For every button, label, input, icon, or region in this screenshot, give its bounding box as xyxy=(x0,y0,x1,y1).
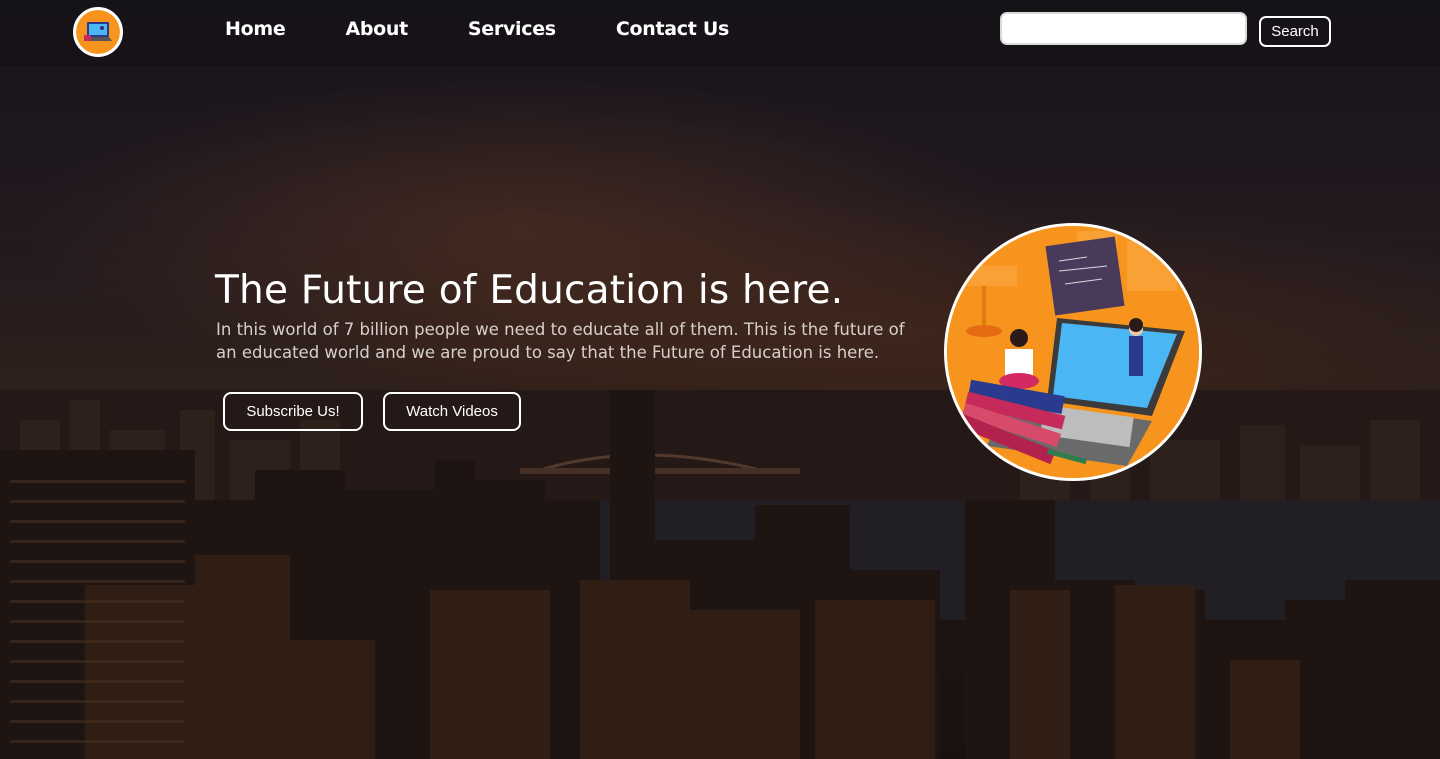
hero-title: The Future of Education is here. xyxy=(215,268,844,313)
background-dim-overlay xyxy=(0,0,1440,759)
navbar: Home About Services Contact Us Search xyxy=(0,0,1440,66)
nav-services-link[interactable]: Services xyxy=(468,18,556,40)
main-nav: Home About Services Contact Us xyxy=(225,18,789,40)
online-learning-logo-icon[interactable] xyxy=(73,7,123,57)
nav-contact-link[interactable]: Contact Us xyxy=(616,18,729,40)
search-input[interactable] xyxy=(1000,12,1247,45)
online-education-illustration-icon xyxy=(944,223,1202,481)
hero-description: In this world of 7 billion people we nee… xyxy=(216,320,905,362)
subscribe-button[interactable]: Subscribe Us! xyxy=(223,392,363,431)
search-button[interactable]: Search xyxy=(1259,16,1331,47)
nav-about-link[interactable]: About xyxy=(345,18,408,40)
nav-home-link[interactable]: Home xyxy=(225,18,286,40)
watch-videos-button[interactable]: Watch Videos xyxy=(383,392,521,431)
